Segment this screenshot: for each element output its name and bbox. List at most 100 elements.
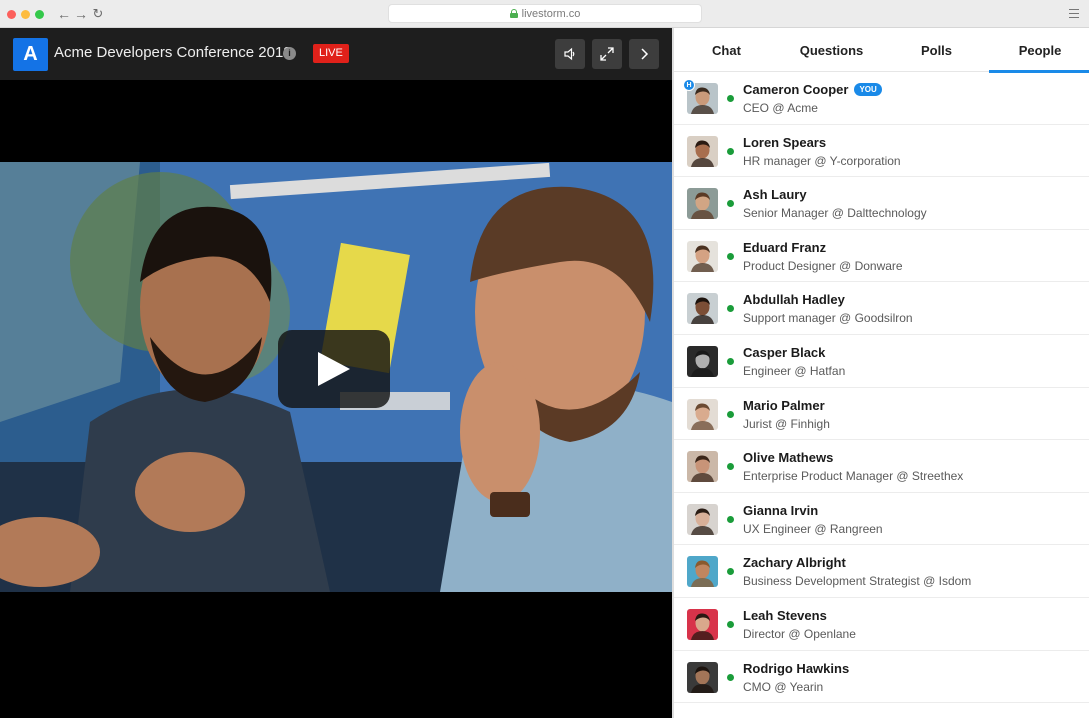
url-text: livestorm.co — [521, 7, 581, 20]
person-name-row: Olive Mathews — [743, 450, 833, 465]
list-item[interactable]: H Cameron Cooper YOU CEO @ Acme — [674, 72, 1089, 125]
play-button[interactable] — [278, 330, 390, 408]
person-name-row: Gianna Irvin — [743, 503, 818, 518]
online-status-dot — [727, 95, 734, 102]
avatar[interactable] — [687, 293, 718, 325]
list-item[interactable]: Ash Laury Senior Manager @ Dalttechnolog… — [674, 177, 1089, 230]
person-role: Jurist @ Finhigh — [743, 416, 830, 431]
person-name: Mario Palmer — [743, 397, 825, 413]
video-pane: A Acme Developers Conference 2018 i LIVE — [0, 28, 672, 718]
person-role: HR manager @ Y-corporation — [743, 153, 901, 168]
minimize-window-button[interactable] — [21, 10, 30, 19]
avatar[interactable] — [687, 398, 718, 430]
person-name: Rodrigo Hawkins — [743, 660, 850, 676]
lock-icon — [509, 9, 518, 18]
reload-icon[interactable]: ↻ — [90, 5, 106, 23]
people-list: H Cameron Cooper YOU CEO @ Acme Loren Spe… — [674, 72, 1089, 704]
list-item[interactable]: Mario Palmer Jurist @ Finhigh — [674, 388, 1089, 441]
person-name: Cameron Cooper — [743, 82, 849, 97]
person-name-row: Abdullah Hadley — [743, 292, 845, 307]
person-name: Leah Stevens — [743, 607, 827, 623]
person-name: Loren Spears — [743, 134, 827, 150]
person-name: Eduard Franz — [743, 239, 827, 255]
person-role: Director @ Openlane — [743, 626, 856, 641]
close-window-button[interactable] — [7, 10, 16, 19]
event-logo: A — [13, 38, 48, 71]
back-arrow-icon[interactable]: ← — [56, 5, 72, 23]
online-status-dot — [727, 620, 734, 628]
online-status-dot — [727, 357, 734, 365]
tab-polls[interactable]: Polls — [884, 28, 989, 72]
online-status-dot — [727, 305, 734, 313]
list-item[interactable]: Zachary Albright Business Development St… — [674, 545, 1089, 598]
event-title: Acme Developers Conference 2018 — [54, 44, 292, 61]
panel-tabs: Chat Questions Polls People — [674, 28, 1089, 73]
address-bar[interactable]: livestorm.co — [388, 4, 702, 23]
online-status-dot — [727, 568, 734, 576]
avatar[interactable] — [687, 608, 718, 640]
speaker-icon — [564, 47, 575, 61]
person-role: Engineer @ Hatfan — [743, 363, 846, 378]
person-name-row: Ash Laury — [743, 187, 807, 202]
person-role: Support manager @ Goodsilron — [743, 311, 913, 326]
person-name: Abdullah Hadley — [743, 292, 845, 308]
online-status-dot — [727, 673, 734, 681]
zoom-window-button[interactable] — [35, 10, 44, 19]
avatar[interactable] — [687, 188, 718, 220]
person-name: Casper Black — [743, 344, 826, 360]
volume-button[interactable] — [555, 39, 585, 69]
person-name-row: Loren Spears — [743, 135, 826, 150]
person-name-row: Rodrigo Hawkins — [743, 661, 849, 676]
list-item[interactable]: Abdullah Hadley Support manager @ Goodsi… — [674, 282, 1089, 335]
person-role: Senior Manager @ Dalttechnology — [743, 206, 927, 221]
video-player[interactable] — [0, 162, 672, 592]
tab-people[interactable]: People — [989, 28, 1089, 73]
person-role: UX Engineer @ Rangreen — [743, 521, 883, 536]
online-status-dot — [727, 252, 734, 260]
person-name: Zachary Albright — [743, 555, 846, 571]
tab-chat[interactable]: Chat — [674, 28, 779, 72]
person-name-row: Eduard Franz — [743, 240, 826, 255]
person-name-row: Mario Palmer — [743, 398, 825, 413]
person-name: Olive Mathews — [743, 450, 834, 466]
host-badge: H — [683, 79, 695, 91]
list-item[interactable]: Olive Mathews Enterprise Product Manager… — [674, 440, 1089, 493]
avatar[interactable] — [687, 556, 718, 588]
list-item[interactable]: Gianna Irvin UX Engineer @ Rangreen — [674, 493, 1089, 546]
collapse-panel-button[interactable] — [629, 39, 659, 69]
avatar[interactable] — [687, 503, 718, 535]
person-role: CMO @ Yearin — [743, 679, 824, 694]
browser-toolbar: ← → ↻ livestorm.co — [0, 0, 1089, 28]
person-name-row: Cameron Cooper YOU — [743, 82, 882, 97]
hamburger-menu-icon[interactable] — [1069, 9, 1079, 18]
person-role: Business Development Strategist @ Isdom — [743, 574, 972, 589]
list-item[interactable]: Casper Black Engineer @ Hatfan — [674, 335, 1089, 388]
fullscreen-icon — [600, 47, 614, 61]
person-name: Gianna Irvin — [743, 502, 819, 518]
online-status-dot — [727, 410, 734, 418]
avatar[interactable] — [687, 451, 718, 483]
person-role: Enterprise Product Manager @ Streethex — [743, 469, 964, 484]
fullscreen-button[interactable] — [592, 39, 622, 69]
avatar[interactable] — [687, 661, 718, 693]
play-icon — [318, 352, 350, 386]
event-header: A Acme Developers Conference 2018 i LIVE — [0, 28, 672, 80]
tab-questions[interactable]: Questions — [779, 28, 884, 72]
person-name-row: Leah Stevens — [743, 608, 827, 623]
list-item[interactable]: Eduard Franz Product Designer @ Donware — [674, 230, 1089, 283]
list-item[interactable]: Loren Spears HR manager @ Y-corporation — [674, 125, 1089, 178]
you-badge: YOU — [854, 83, 882, 96]
avatar[interactable] — [687, 345, 718, 377]
online-status-dot — [727, 200, 734, 208]
online-status-dot — [727, 463, 734, 471]
person-role: CEO @ Acme — [743, 101, 818, 115]
avatar[interactable] — [687, 135, 718, 167]
list-item[interactable]: Rodrigo Hawkins CMO @ Yearin — [674, 651, 1089, 704]
forward-arrow-icon[interactable]: → — [73, 5, 89, 23]
avatar[interactable] — [687, 240, 718, 272]
online-status-dot — [727, 147, 734, 155]
info-icon[interactable]: i — [283, 47, 296, 60]
person-role: Product Designer @ Donware — [743, 258, 903, 273]
sidebar-panel: Chat Questions Polls People H Cameron Co… — [672, 28, 1089, 718]
list-item[interactable]: Leah Stevens Director @ Openlane — [674, 598, 1089, 651]
